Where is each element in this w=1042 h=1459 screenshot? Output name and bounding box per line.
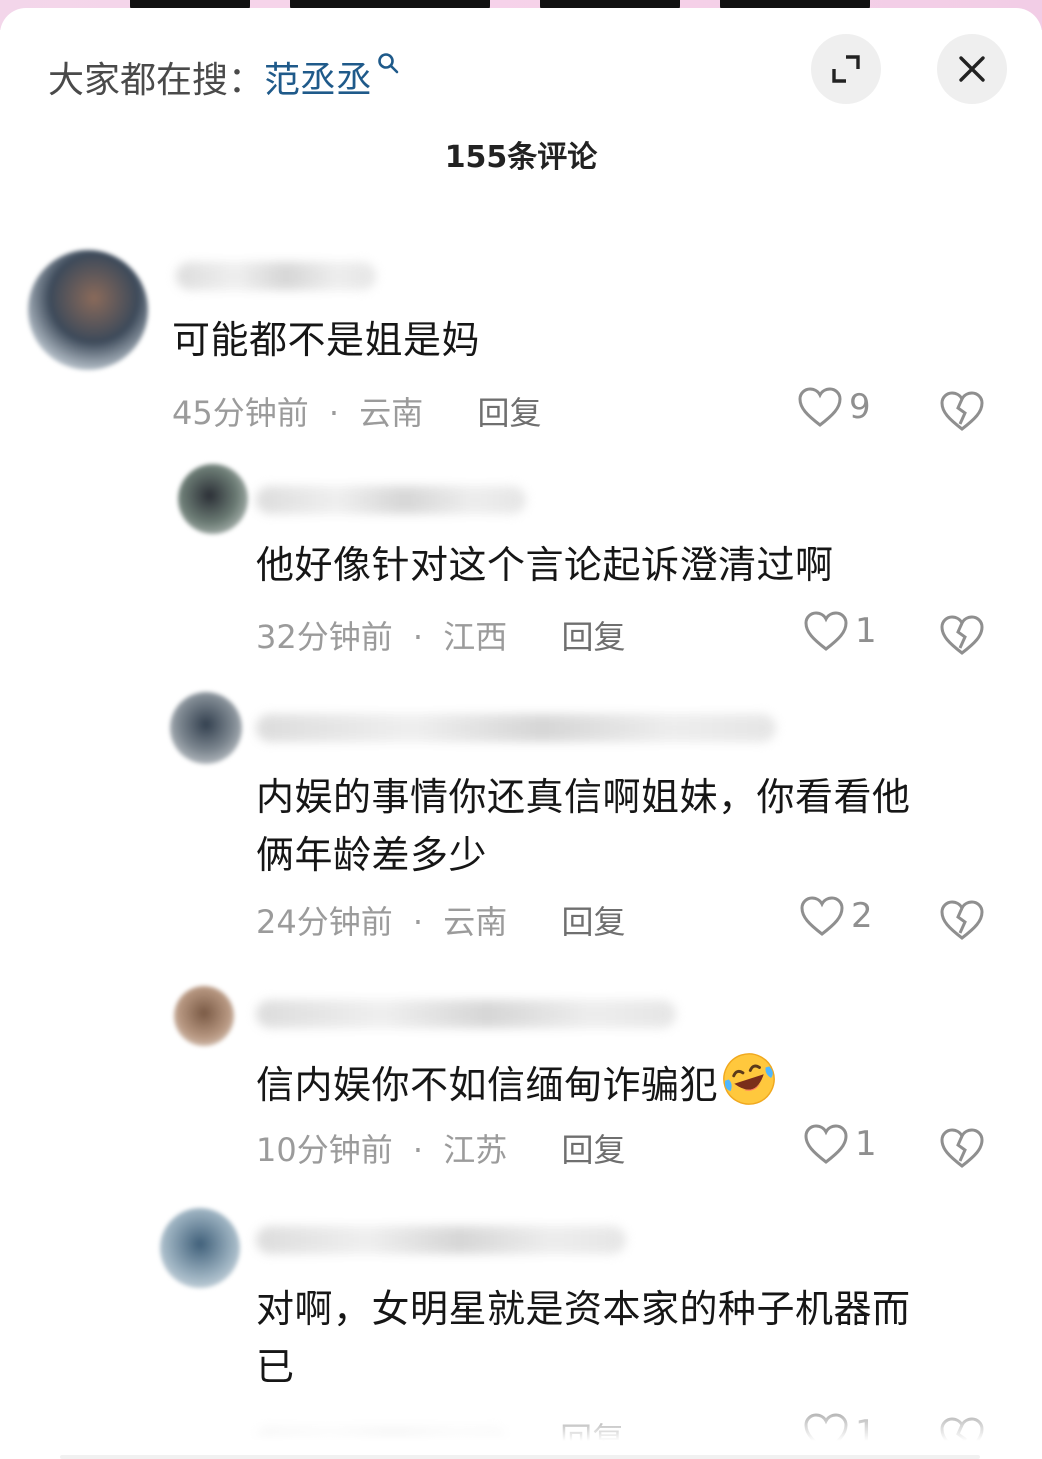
broken-heart-icon[interactable] <box>939 1127 985 1169</box>
avatar[interactable] <box>178 464 248 534</box>
avatar[interactable] <box>174 986 234 1046</box>
like-count: 9 <box>849 387 871 427</box>
broken-heart-icon[interactable] <box>939 614 985 656</box>
trending-search-label: 大家都在搜： <box>48 60 265 101</box>
like-button[interactable]: 9 <box>797 386 871 428</box>
like-count: 1 <box>855 611 877 651</box>
like-count: 1 <box>855 1124 877 1164</box>
comment-text-line: 对啊，女明星就是资本家的种子机器而 <box>256 1287 911 1331</box>
comment-count: 155条评论 <box>444 140 598 175</box>
comment-text: 可能都不是姐是妈 <box>172 318 481 362</box>
trending-search[interactable]: 大家都在搜： 范丞丞 <box>48 52 400 102</box>
heart-icon <box>798 387 842 427</box>
comment-location: 江苏 <box>443 1131 508 1169</box>
laughing-crying-face-icon <box>723 1053 775 1105</box>
comment-text: 对啊，女明星就是资本家的种子机器而 已 <box>256 1280 911 1396</box>
reply-button[interactable]: 回复 <box>561 903 625 941</box>
comment-text-line: 俩年龄差多少 <box>256 833 488 877</box>
comment-location: 江西 <box>443 618 508 656</box>
comment-text: 信内娱你不如信缅甸诈骗犯 <box>256 1050 778 1114</box>
comment-time: 32分钟前 <box>256 618 393 656</box>
username[interactable] <box>176 262 376 290</box>
expand-button[interactable] <box>811 34 881 104</box>
like-count: 2 <box>851 896 873 936</box>
input-bar-edge <box>60 1455 980 1459</box>
username[interactable] <box>256 1000 676 1028</box>
meta-separator: · <box>412 903 424 941</box>
reply-button[interactable]: 回复 <box>561 1131 625 1169</box>
like-button[interactable]: 1 <box>803 610 877 652</box>
reply-button[interactable]: 回复 <box>477 394 541 432</box>
heart-icon <box>804 1124 848 1164</box>
comment-time: 45分钟前 <box>172 394 309 432</box>
close-button[interactable] <box>937 34 1007 104</box>
broken-heart-icon[interactable] <box>939 899 985 941</box>
meta-separator: · <box>412 1131 424 1169</box>
avatar[interactable] <box>170 692 242 764</box>
comment-text-line: 信内娱你不如信缅甸诈骗犯 <box>256 1063 719 1107</box>
username[interactable] <box>256 486 526 514</box>
comment-text-line: 内娱的事情你还真信啊姐妹，你看看他 <box>256 775 911 819</box>
comment-meta: 32分钟前 · 江西 回复 <box>256 612 625 658</box>
comment-meta: 10分钟前 · 江苏 回复 <box>256 1125 625 1171</box>
comment-text: 内娱的事情你还真信啊姐妹，你看看他 俩年龄差多少 <box>256 768 911 884</box>
comment-time: 10分钟前 <box>256 1131 393 1169</box>
username[interactable] <box>256 1226 626 1254</box>
avatar[interactable] <box>160 1208 240 1288</box>
reply-button[interactable]: 回复 <box>561 618 625 656</box>
heart-icon <box>804 611 848 651</box>
trending-search-term[interactable]: 范丞丞 <box>264 51 372 103</box>
meta-separator: · <box>328 394 340 432</box>
search-icon <box>378 53 399 74</box>
comment-time: 24分钟前 <box>256 903 393 941</box>
comment-location: 云南 <box>359 394 424 432</box>
like-button[interactable]: 2 <box>799 895 873 937</box>
broken-heart-icon[interactable] <box>939 390 985 432</box>
like-button[interactable]: 1 <box>803 1123 877 1165</box>
close-icon <box>959 56 985 82</box>
comment-location: 云南 <box>443 903 508 941</box>
avatar[interactable] <box>28 250 148 370</box>
comment-text: 他好像针对这个言论起诉澄清过啊 <box>256 543 834 587</box>
username[interactable] <box>256 714 776 742</box>
expand-icon <box>832 55 860 83</box>
comment-meta: 45分钟前 · 云南 回复 <box>172 388 541 434</box>
heart-icon <box>800 896 844 936</box>
bottom-fade <box>0 1399 1042 1459</box>
comment-sheet: 大家都在搜： 范丞丞 155条评论 可能都不是姐是妈 45分钟前 · 云南 回复 <box>0 8 1042 1459</box>
comment-text-line: 已 <box>256 1345 295 1389</box>
comment-meta: 24分钟前 · 云南 回复 <box>256 897 625 943</box>
meta-separator: · <box>412 618 424 656</box>
